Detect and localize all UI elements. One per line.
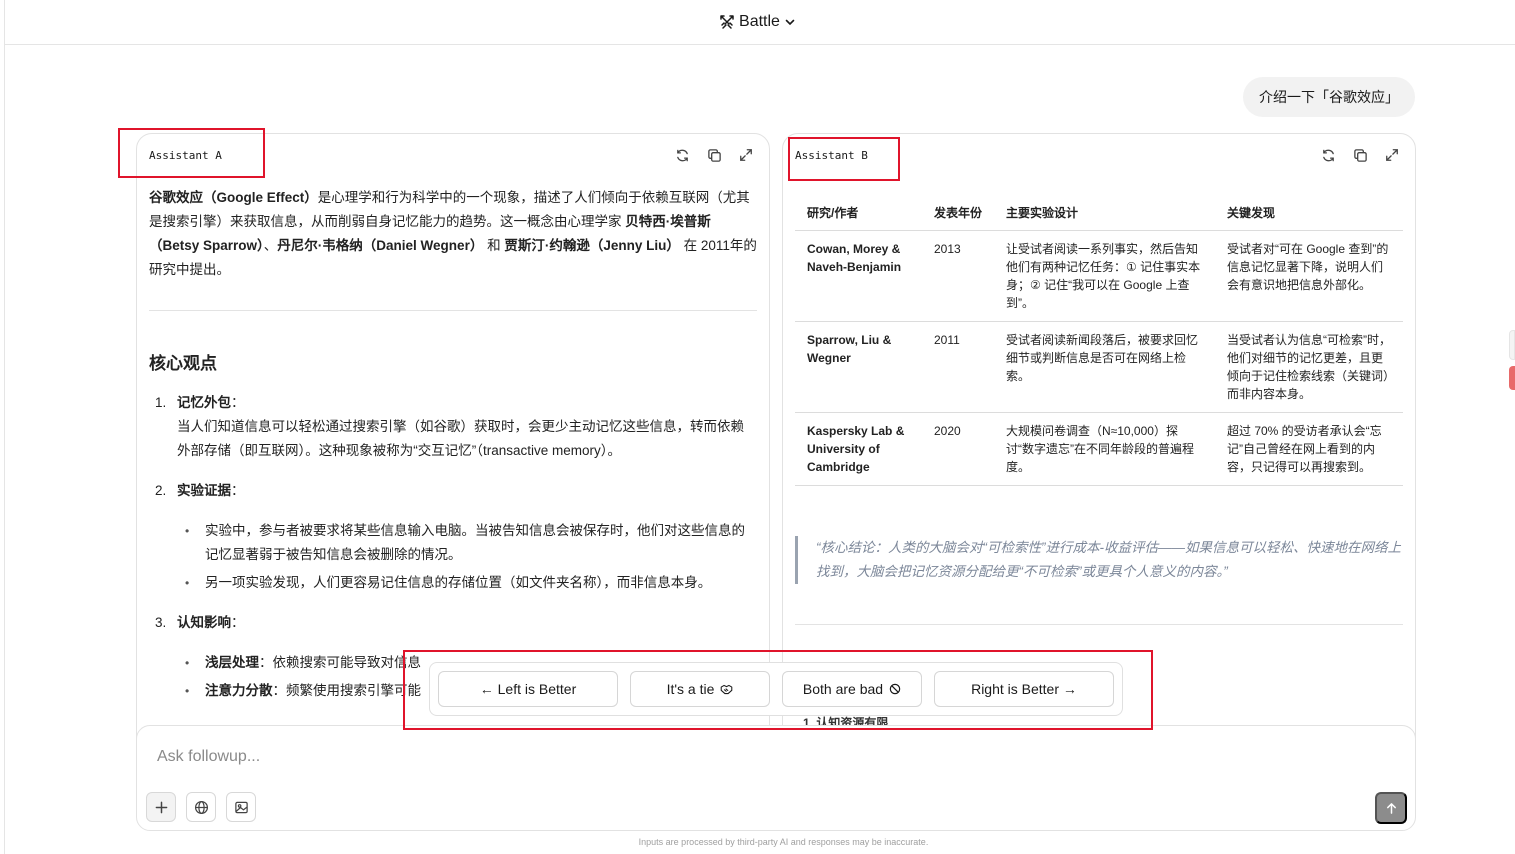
section-title: 核心观点	[149, 354, 217, 373]
globe-icon	[194, 800, 208, 814]
vote-bar: ← Left is Better It's a tie Both are bad…	[429, 662, 1123, 716]
column-header: 发表年份	[922, 196, 994, 231]
list-item-title: 认知影响	[177, 615, 231, 630]
assistant-a-tools	[673, 146, 755, 164]
assistant-b-header: Assistant B	[783, 134, 1415, 176]
plus-icon	[155, 801, 167, 813]
copy-icon[interactable]	[1351, 146, 1369, 164]
table-row: Sparrow, Liu & Wegner 2011 受试者阅读新闻段落后，被要…	[795, 321, 1403, 413]
list-item-title: 实验证据	[177, 483, 231, 498]
list-item-title: 记忆外包	[177, 395, 231, 410]
side-indicator[interactable]	[1509, 366, 1515, 390]
followup-input[interactable]	[157, 748, 1257, 766]
column-header: 主要实验设计	[994, 196, 1215, 231]
left-is-better-button[interactable]: ← Left is Better	[438, 671, 618, 707]
table-cell: 大规模问卷调查（N≈10,000）探讨“数字遗忘”在不同年龄段的普遍程度。	[994, 412, 1215, 486]
table-cell: 2020	[922, 412, 994, 486]
expand-icon[interactable]	[1383, 146, 1401, 164]
regenerate-icon[interactable]	[673, 146, 691, 164]
right-is-better-button[interactable]: Right is Better →	[934, 671, 1114, 707]
research-table: 研究/作者 发表年份 主要实验设计 关键发现 Cowan, Morey & Na…	[795, 196, 1403, 486]
table-cell: Kaspersky Lab & University of Cambridge	[795, 412, 922, 486]
bullet-item: 另一项实验发现，人们更容易记住信息的存储位置（如文件夹名称），而非信息本身。	[149, 571, 757, 595]
assistant-a-title: Assistant A	[149, 148, 222, 162]
image-upload-button[interactable]	[226, 792, 256, 822]
arrow-up-icon	[1386, 802, 1396, 814]
table-cell: Sparrow, Liu & Wegner	[795, 321, 922, 413]
assistant-b-title: Assistant B	[795, 148, 868, 162]
author-liu: 贾斯汀·约翰逊（Jenny Liu）	[504, 238, 680, 253]
followup-composer	[136, 725, 1416, 831]
bullet-text: 实验中，参与者被要求将某些信息输入电脑。当被告知信息会被保存时，他们对这些信息的…	[205, 523, 745, 562]
list-item-colon: ：	[231, 395, 245, 410]
user-message-bubble: 介绍一下「谷歌效应」	[1243, 77, 1415, 117]
bullet-term: 注意力分散	[205, 683, 273, 698]
add-attachment-button[interactable]	[146, 792, 176, 822]
table-cell: 2011	[922, 321, 994, 413]
page-left-border	[4, 0, 5, 854]
expand-icon[interactable]	[737, 146, 755, 164]
table-row: Kaspersky Lab & University of Cambridge …	[795, 412, 1403, 486]
assistant-b-panel: Assistant B 研究/作者 发表年份 主要实验设计 关键发现 Cowan…	[782, 133, 1416, 753]
mode-label: Battle	[739, 13, 780, 30]
bullet-text: ：依赖搜索可能导致对信息	[259, 655, 421, 670]
bullet-list: 实验中，参与者被要求将某些信息输入电脑。当被告知信息会被保存时，他们对这些信息的…	[149, 519, 757, 595]
assistant-a-header: Assistant A	[137, 134, 769, 176]
table-row: Cowan, Morey & Naveh-Benjamin 2013 让受试者阅…	[795, 230, 1403, 322]
handshake-icon	[721, 684, 733, 694]
tie-label: It's a tie	[666, 681, 715, 697]
divider	[795, 624, 1403, 625]
intro-sep: 、	[263, 238, 278, 253]
bullet-term: 浅层处理	[205, 655, 259, 670]
copy-icon[interactable]	[705, 146, 723, 164]
chevron-down-icon	[785, 19, 795, 26]
table-cell: 当受试者认为信息“可检索”时，他们对细节的记忆更差，且更倾向于记住检索线索（关键…	[1215, 321, 1403, 413]
left-is-better-label: ← Left is Better	[479, 681, 577, 697]
both-bad-button[interactable]: Both are bad	[782, 671, 922, 707]
table-cell: 受试者阅读新闻段落后，被要求回忆细节或判断信息是否可在网络上检索。	[994, 321, 1215, 413]
tie-button[interactable]: It's a tie	[630, 671, 770, 707]
bullet-text: 另一项实验发现，人们更容易记住信息的存储位置（如文件夹名称），而非信息本身。	[205, 575, 712, 590]
list-item-colon: ：	[231, 483, 245, 498]
term-google-effect: 谷歌效应（Google Effect）	[149, 190, 318, 205]
send-button[interactable]	[1375, 792, 1407, 824]
column-header: 研究/作者	[795, 196, 922, 231]
conclusion-quote: “核心结论：人类的大脑会对“可检索性”进行成本-收益评估——如果信息可以轻松、快…	[795, 536, 1403, 584]
list-item: 1. 记忆外包： 当人们知道信息可以轻松通过搜索引擎（如谷歌）获取时，会更少主动…	[149, 391, 757, 463]
right-is-better-label: Right is Better →	[971, 681, 1077, 697]
table-cell: Cowan, Morey & Naveh-Benjamin	[795, 230, 922, 322]
both-bad-label: Both are bad	[802, 681, 884, 697]
intro-paragraph: 谷歌效应（Google Effect）是心理学和行为科学中的一个现象，描述了人们…	[149, 186, 759, 282]
table-cell: 超过 70% 的受访者承认会“忘记”自己曾经在网上看到的内容，只记得可以再搜索到…	[1215, 412, 1403, 486]
column-header: 关键发现	[1215, 196, 1403, 231]
disclaimer: Inputs are processed by third-party AI a…	[638, 837, 929, 847]
divider	[149, 310, 757, 311]
web-search-button[interactable]	[186, 792, 216, 822]
crossed-swords-icon	[720, 15, 734, 29]
mode-switch[interactable]: Battle	[719, 13, 796, 31]
list-item-text: 当人们知道信息可以轻松通过搜索引擎（如谷歌）获取时，会更少主动记忆这些信息，转而…	[177, 419, 744, 458]
bullet-text: ：频繁使用搜索引擎可能	[272, 683, 422, 698]
prohibited-icon	[889, 683, 901, 695]
bullet-item: 实验中，参与者被要求将某些信息输入电脑。当被告知信息会被保存时，他们对这些信息的…	[149, 519, 757, 567]
top-bar: Battle	[5, 0, 1515, 45]
intro-and: 和	[483, 238, 505, 253]
assistant-b-tools	[1319, 146, 1401, 164]
list-item-colon: ：	[231, 615, 245, 630]
table-header-row: 研究/作者 发表年份 主要实验设计 关键发现	[795, 196, 1403, 231]
regenerate-icon[interactable]	[1319, 146, 1337, 164]
list-number: 1.	[155, 395, 167, 410]
list-item: 2. 实验证据： 实验中，参与者被要求将某些信息输入电脑。当被告知信息会被保存时…	[149, 479, 757, 599]
core-points-list: 1. 记忆外包： 当人们知道信息可以轻松通过搜索引擎（如谷歌）获取时，会更少主动…	[149, 391, 757, 707]
assistant-a-panel: Assistant A 谷歌效应（Google Effect）是心理学和行为科学…	[136, 133, 770, 753]
table-cell: 受试者对“可在 Google 查到”的信息记忆显著下降，说明人们会有意识地把信息…	[1215, 230, 1403, 322]
author-wegner: 丹尼尔·韦格纳（Daniel Wegner）	[277, 238, 484, 253]
side-handle[interactable]	[1509, 330, 1515, 360]
image-icon	[234, 801, 248, 813]
table-cell: 让受试者阅读一系列事实，然后告知他们有两种记忆任务：① 记住事实本身；② 记住“…	[994, 230, 1215, 322]
table-cell: 2013	[922, 230, 994, 322]
